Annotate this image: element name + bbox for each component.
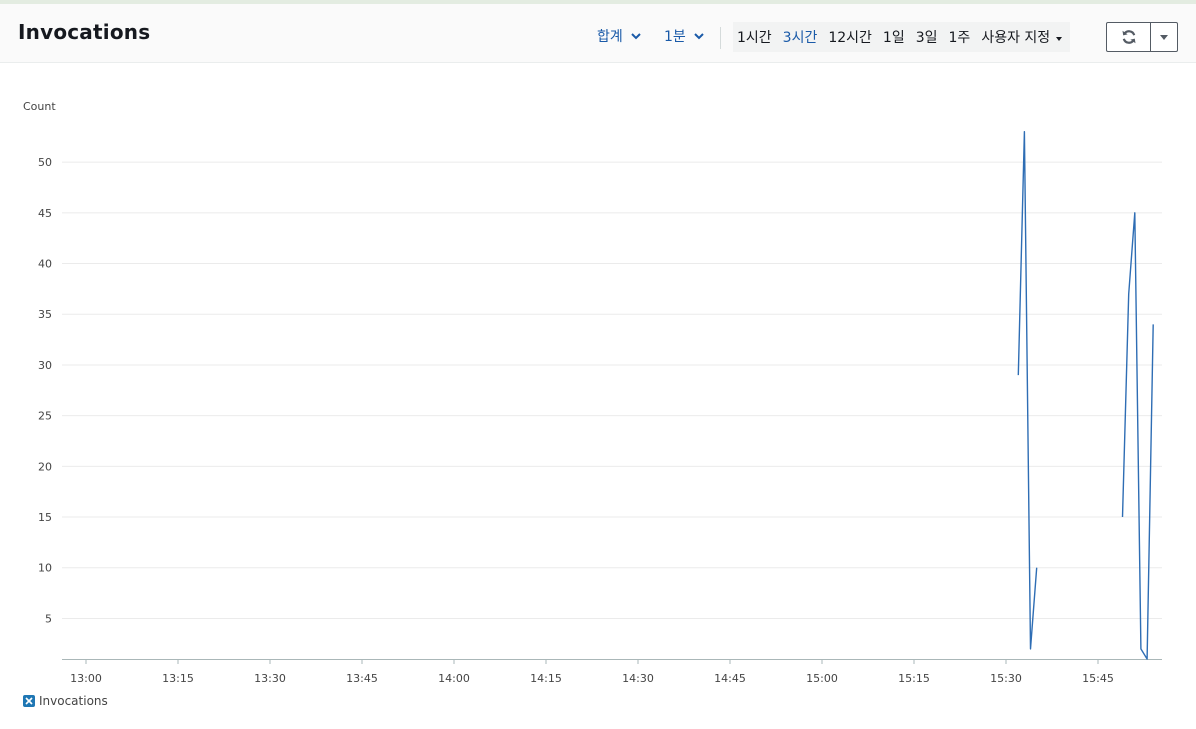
x-tick-label: 15:45 — [1082, 672, 1114, 685]
x-tick-label: 15:15 — [898, 672, 930, 685]
y-tick-label: 45 — [38, 207, 52, 220]
range-1h[interactable]: 1시간 — [733, 27, 779, 47]
x-tick-label: 13:15 — [162, 672, 194, 685]
x-tick-label: 13:45 — [346, 672, 378, 685]
x-tick-label: 14:45 — [714, 672, 746, 685]
range-1w[interactable]: 1주 — [945, 27, 978, 47]
series-line-segment — [1121, 212, 1154, 660]
series-line-segment — [1017, 130, 1038, 650]
time-range-selector: 1시간 3시간 12시간 1일 3일 1주 사용자 지정 — [733, 22, 1071, 52]
legend-item-invocations[interactable]: Invocations — [23, 694, 108, 708]
line-chart: Count 5 10 15 20 25 30 35 40 45 50 13:00 13:15 13:3… — [23, 100, 1162, 685]
refresh-button-group — [1106, 22, 1178, 52]
refresh-button[interactable] — [1107, 23, 1151, 51]
chevron-down-icon — [694, 33, 704, 40]
y-tick-label: 15 — [38, 511, 52, 524]
x-axis-ticks: 13:00 13:15 13:30 13:45 14:00 14:15 14:30 14:45… — [70, 659, 1114, 685]
custom-range-label: 사용자 지정 — [981, 30, 1051, 46]
x-tick-label: 14:00 — [438, 672, 470, 685]
y-axis-ticks: 5 10 15 20 25 30 35 40 45 50 — [38, 156, 52, 625]
widget-header: Invocations 합계 1분 1시간 3시간 12시간 1일 3일 1주 … — [0, 4, 1196, 63]
statistic-dropdown[interactable]: 합계 — [597, 26, 642, 46]
statistic-label: 합계 — [597, 29, 623, 45]
y-tick-label: 30 — [38, 359, 52, 372]
y-tick-label: 25 — [38, 410, 52, 423]
range-1d[interactable]: 1일 — [879, 27, 912, 47]
period-dropdown[interactable]: 1분 — [664, 26, 705, 46]
range-custom[interactable]: 사용자 지정 — [977, 27, 1070, 47]
range-12h[interactable]: 12시간 — [824, 27, 879, 47]
caret-down-icon — [1056, 36, 1063, 41]
x-tick-label: 14:15 — [530, 672, 562, 685]
caret-down-icon — [1160, 34, 1168, 40]
x-tick-label: 13:00 — [70, 672, 102, 685]
y-tick-label: 5 — [45, 612, 52, 625]
y-tick-label: 20 — [38, 460, 52, 473]
refresh-icon — [1122, 30, 1135, 44]
y-axis-label: Count — [23, 100, 56, 113]
legend-checkbox-icon — [23, 695, 35, 707]
x-tick-label: 13:30 — [254, 672, 286, 685]
toolbar-divider — [720, 27, 721, 49]
widget-title: Invocations — [18, 20, 151, 44]
series-lines — [1017, 130, 1154, 660]
grid-lines — [62, 161, 1162, 660]
y-tick-label: 35 — [38, 308, 52, 321]
x-tick-label: 14:30 — [622, 672, 654, 685]
chevron-down-icon — [631, 33, 641, 40]
x-tick-label: 15:30 — [990, 672, 1022, 685]
x-tick-label: 15:00 — [806, 672, 838, 685]
y-tick-label: 40 — [38, 258, 52, 271]
y-tick-label: 10 — [38, 562, 52, 575]
legend-label: Invocations — [39, 694, 108, 708]
refresh-options-button[interactable] — [1151, 23, 1177, 51]
period-label: 1분 — [664, 29, 686, 45]
y-tick-label: 50 — [38, 156, 52, 169]
range-3h[interactable]: 3시간 — [779, 27, 825, 47]
range-3d[interactable]: 3일 — [912, 27, 945, 47]
